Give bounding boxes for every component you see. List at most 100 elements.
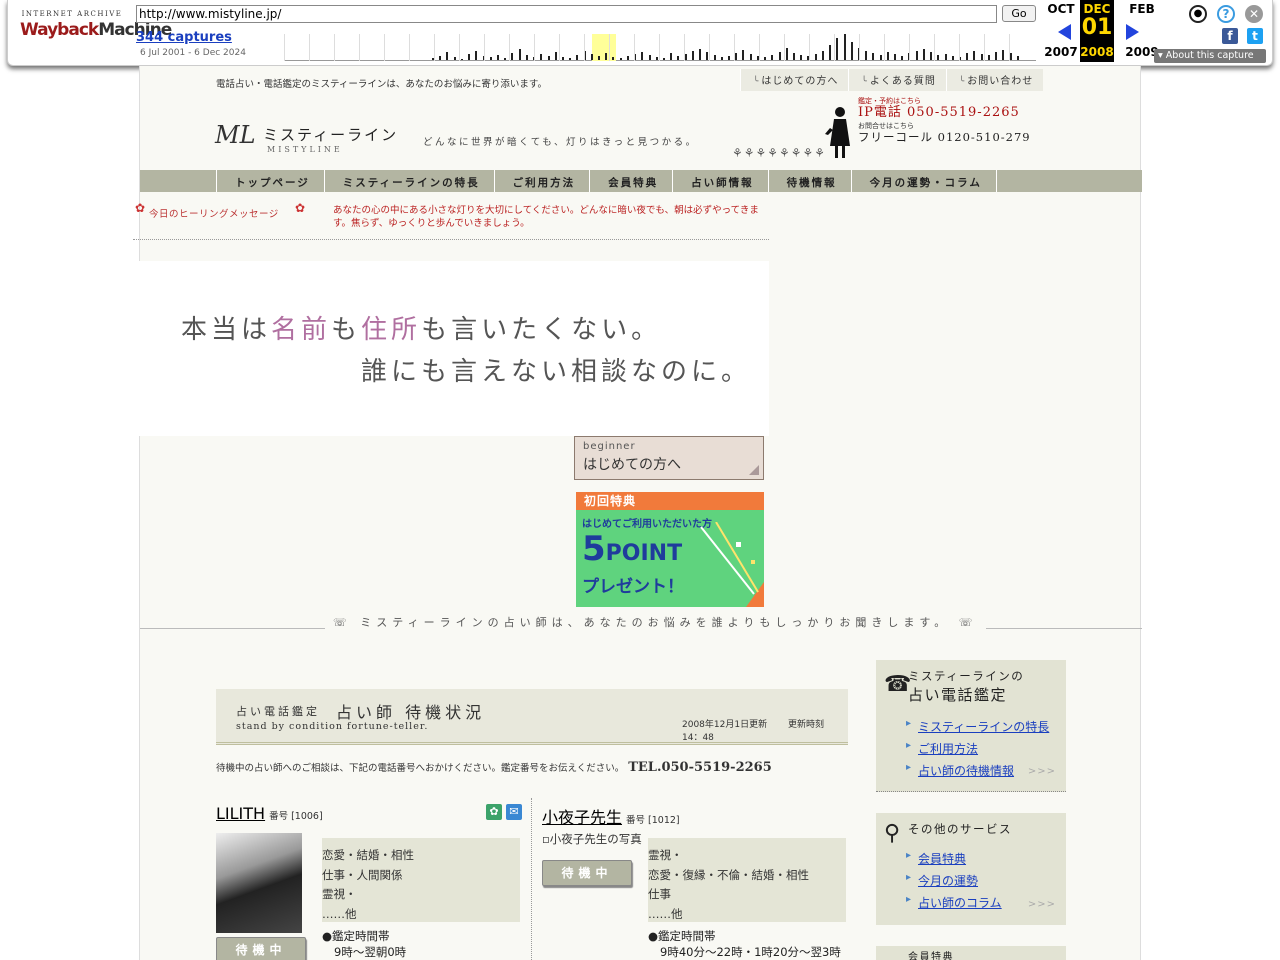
account-icon[interactable]: ● — [1189, 5, 1207, 23]
sidebar-link-features[interactable]: ミスティーラインの特長 — [906, 718, 1049, 735]
sidebar-title: 会員特典 — [908, 952, 954, 960]
teller-name-link[interactable]: LILITH — [216, 804, 265, 823]
teller-tag: ……他 — [648, 906, 683, 921]
capture-bar — [1017, 56, 1019, 60]
current-day: 01 — [1081, 15, 1113, 40]
capture-bar — [591, 54, 593, 60]
bonus-heading: 初回特典 — [576, 492, 764, 510]
sidebar-link-howto[interactable]: ご利用方法 — [906, 740, 978, 757]
captures-link[interactable]: 344 captures — [136, 30, 232, 45]
beginner-small-label: beginner — [583, 441, 636, 452]
sidebar-link-standby[interactable]: 占い師の待機情報 — [906, 762, 1014, 779]
capture-bar — [685, 54, 687, 60]
close-icon[interactable]: ✕ — [1245, 5, 1263, 23]
year-tick — [1009, 34, 1010, 61]
teller-photo-alt: 小夜子先生の写真 — [549, 832, 642, 846]
capture-bar — [454, 57, 456, 60]
rose-icon: ✿ — [135, 201, 146, 215]
capture-bar — [562, 57, 564, 60]
top-utility-nav: はじめての方へ よくある質問 お問い合わせ — [740, 69, 1044, 91]
capture-bar — [988, 55, 990, 60]
teller-card: LILITH 番号 [1006] ✿ ✉ 恋愛・結婚・相性 仕事・人間関係 霊視・… — [216, 804, 526, 960]
nav-features[interactable]: ミスティーラインの特長 — [323, 170, 494, 192]
logo-internet-archive: INTERNET ARCHIVE — [21, 10, 123, 18]
help-icon[interactable]: ? — [1217, 5, 1235, 23]
phone-receiver-icon: ☏ — [333, 616, 361, 629]
facebook-icon[interactable]: f — [1222, 28, 1238, 44]
teller-hours: ●鑑定時間帯 9時〜翌朝0時 — [322, 928, 406, 960]
twitter-icon[interactable]: t — [1247, 28, 1263, 44]
about-capture-dropdown[interactable]: ▾ About this capture — [1154, 49, 1266, 63]
teller-divider — [531, 798, 532, 960]
bonus-present: プレゼント！ — [582, 577, 684, 597]
capture-bar — [649, 55, 651, 60]
go-button[interactable]: Go — [1002, 5, 1036, 22]
prev-year-label[interactable]: 2007 — [1042, 45, 1080, 59]
capture-bar — [548, 56, 550, 60]
sidebar-title: その他のサービス — [908, 822, 1012, 836]
corner-arrow-icon — [749, 465, 759, 475]
mail-icon[interactable]: ✉ — [506, 804, 522, 820]
year-tick — [884, 34, 885, 61]
nav-member[interactable]: 会員特典 — [589, 170, 672, 192]
teller-photo[interactable] — [216, 833, 302, 933]
tel-notice: 待機中の占い師へのご相談は、下記の電話番号へおかけください。鑑定番号をお伝えくだ… — [216, 760, 772, 775]
capture-bar — [966, 53, 968, 60]
site-logo[interactable]: ML ミスティーライン MISTYLINE — [215, 121, 415, 161]
nav-standby[interactable]: 待機情報 — [767, 170, 851, 192]
year-tick — [634, 34, 635, 61]
capture-bar — [612, 57, 614, 60]
top-link-faq[interactable]: よくある質問 — [848, 69, 946, 91]
logo-jp-text: ミスティーライン — [263, 126, 399, 144]
year-tick — [734, 34, 735, 61]
freecall-number: フリーコール 0120-510-279 — [858, 130, 1031, 144]
logo-wayback-machine: WaybackMachine — [20, 20, 172, 40]
logo-monogram: ML — [215, 121, 256, 149]
standby-header: 占い電話鑑定 占い師 待機状況 stand by condition fortu… — [216, 689, 848, 745]
next-month-label[interactable]: FEB — [1123, 2, 1161, 16]
phone-receiver-icon: ☏ — [950, 616, 978, 629]
nav-howto[interactable]: ご利用方法 — [493, 170, 590, 192]
beginner-button[interactable]: beginner はじめての方へ — [574, 436, 764, 480]
prev-month-label[interactable]: OCT — [1042, 2, 1080, 16]
teller-name-link[interactable]: 小夜子先生 — [542, 808, 622, 827]
nav-tellers[interactable]: 占い師情報 — [672, 170, 768, 192]
hero-text: も言いたくない。 — [421, 315, 662, 345]
nav-fortune-column[interactable]: 今月の運勢・コラム — [850, 170, 997, 192]
capture-sparkline[interactable] — [284, 34, 1036, 61]
wayback-url-input[interactable] — [136, 5, 997, 23]
teller-photo-broken[interactable]: ▫小夜子先生の写真 — [542, 831, 642, 847]
year-tick — [309, 34, 310, 61]
capture-bar — [692, 51, 694, 60]
tel-number: TEL.050-5519-2265 — [628, 760, 772, 775]
section-divider-text: ☏ ミスティーラインの占い師は、あなたのお悩みを誰よりもしっかりお聞きします。 … — [325, 614, 986, 630]
bonus-points: 5POINT — [582, 530, 682, 573]
next-capture-arrow-icon[interactable] — [1126, 24, 1139, 40]
nav-top[interactable]: トップページ — [216, 170, 324, 192]
capture-bar — [822, 51, 824, 60]
sidebar-link-column[interactable]: 占い師のコラム — [906, 894, 1002, 911]
capture-bar — [865, 51, 867, 60]
capture-bar — [598, 56, 600, 60]
bonus-point-number: 5 — [582, 529, 606, 569]
sidebar-more-link[interactable]: >>> — [1028, 899, 1056, 910]
sidebar-link-fortune[interactable]: 今月の運勢 — [906, 872, 978, 889]
sidebar-link-member[interactable]: 会員特典 — [906, 850, 966, 867]
top-link-contact[interactable]: お問い合わせ — [945, 69, 1044, 91]
standby-status-button[interactable]: 待機中 — [216, 937, 306, 960]
flower-badge-icon[interactable]: ✿ — [486, 804, 502, 820]
capture-bar — [641, 52, 643, 60]
prev-capture-arrow-icon[interactable] — [1058, 24, 1071, 40]
first-time-bonus-banner[interactable]: 初回特典 はじめてご利用いただいた方 5POINT プレゼント！ — [576, 492, 764, 607]
teller-tag: ……他 — [322, 906, 357, 921]
standby-status-button[interactable]: 待機中 — [542, 860, 632, 886]
capture-bar — [706, 52, 708, 60]
capture-bar — [490, 57, 492, 60]
sidebar-more-link[interactable]: >>> — [1028, 766, 1056, 777]
top-link-beginner[interactable]: はじめての方へ — [740, 69, 849, 91]
current-capture-date: DEC 01 2008 — [1080, 0, 1114, 62]
year-tick — [284, 34, 285, 61]
hero-text: も — [331, 315, 362, 345]
teller-tag: 恋愛・復縁・不倫・結婚・相性 — [648, 867, 809, 882]
wayback-logo[interactable]: INTERNET ARCHIVE WaybackMachine — [20, 10, 172, 50]
